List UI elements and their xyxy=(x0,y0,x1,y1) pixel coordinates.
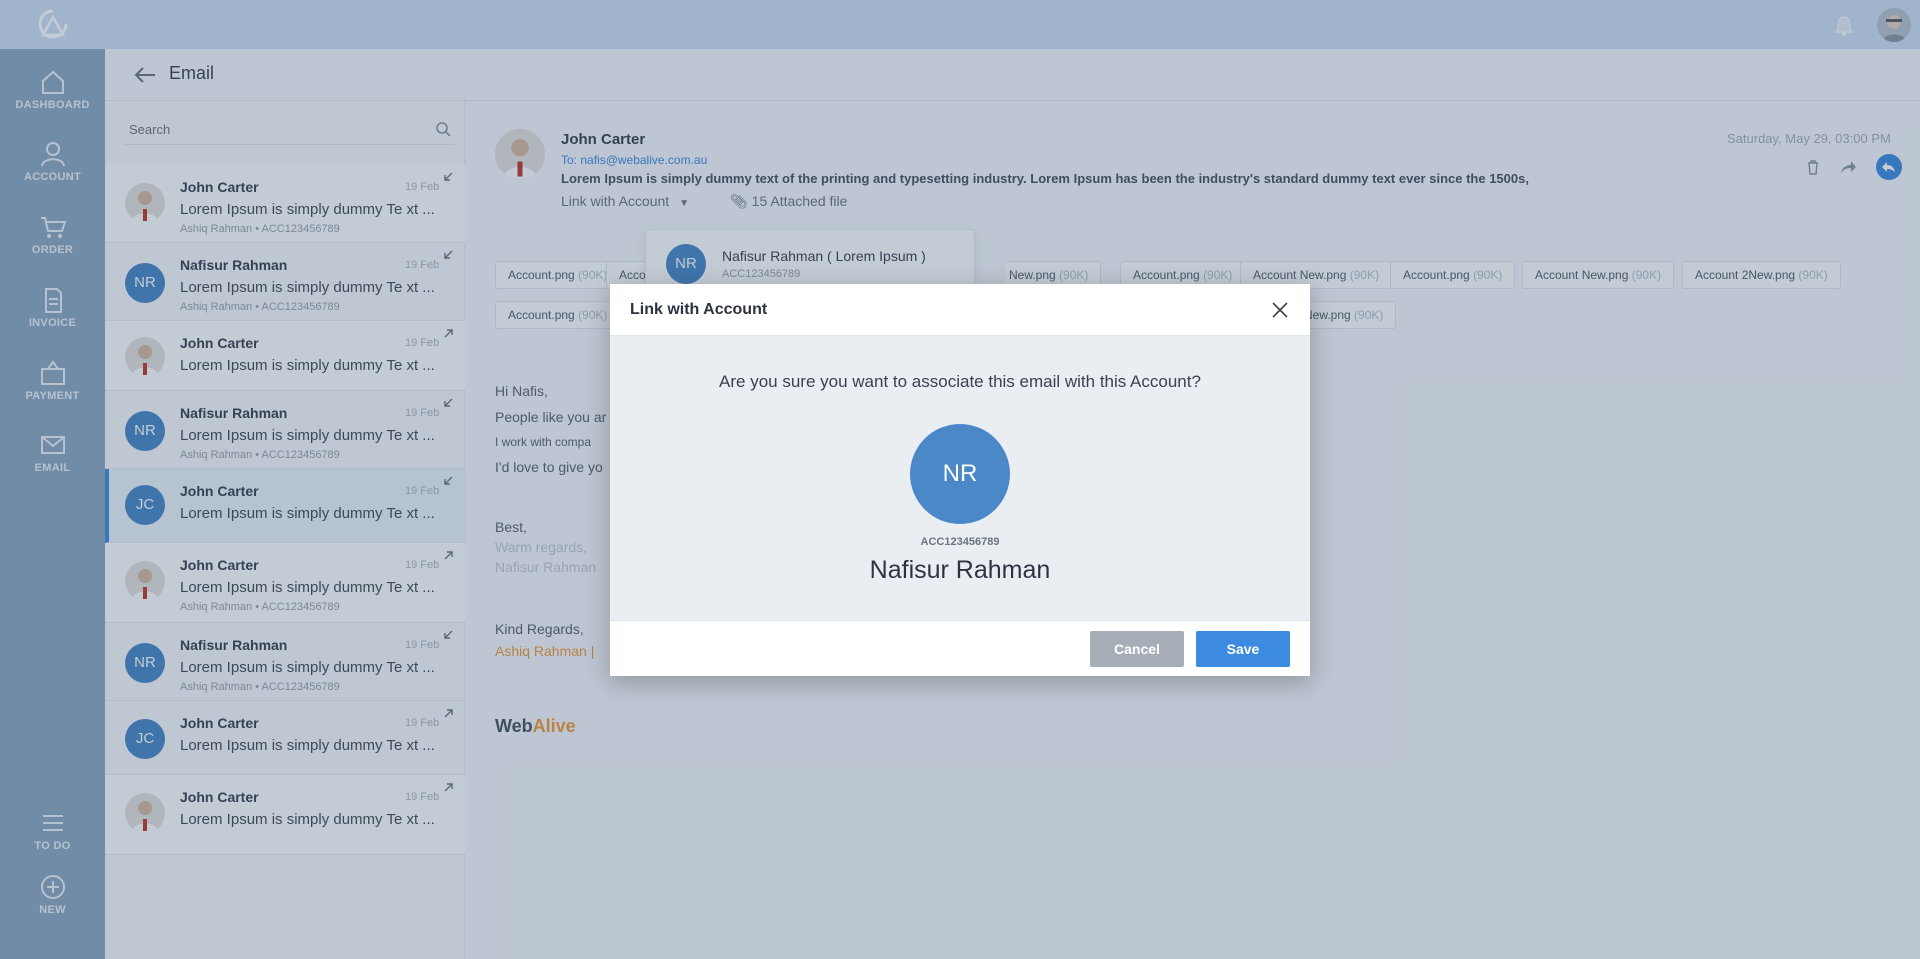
link-account-modal: Link with Account Are you sure you want … xyxy=(610,284,1310,676)
save-button[interactable]: Save xyxy=(1196,631,1290,667)
modal-question: Are you sure you want to associate this … xyxy=(719,372,1201,391)
cancel-button[interactable]: Cancel xyxy=(1090,631,1184,667)
modal-header: Link with Account xyxy=(610,284,1310,336)
account-name: Nafisur Rahman xyxy=(869,556,1051,584)
modal-footer: Cancel Save xyxy=(610,620,1310,676)
account-avatar: NR xyxy=(910,424,1010,524)
close-icon[interactable] xyxy=(1270,300,1290,320)
account-code: ACC123456789 xyxy=(920,536,1000,548)
modal-title: Link with Account xyxy=(630,301,768,318)
